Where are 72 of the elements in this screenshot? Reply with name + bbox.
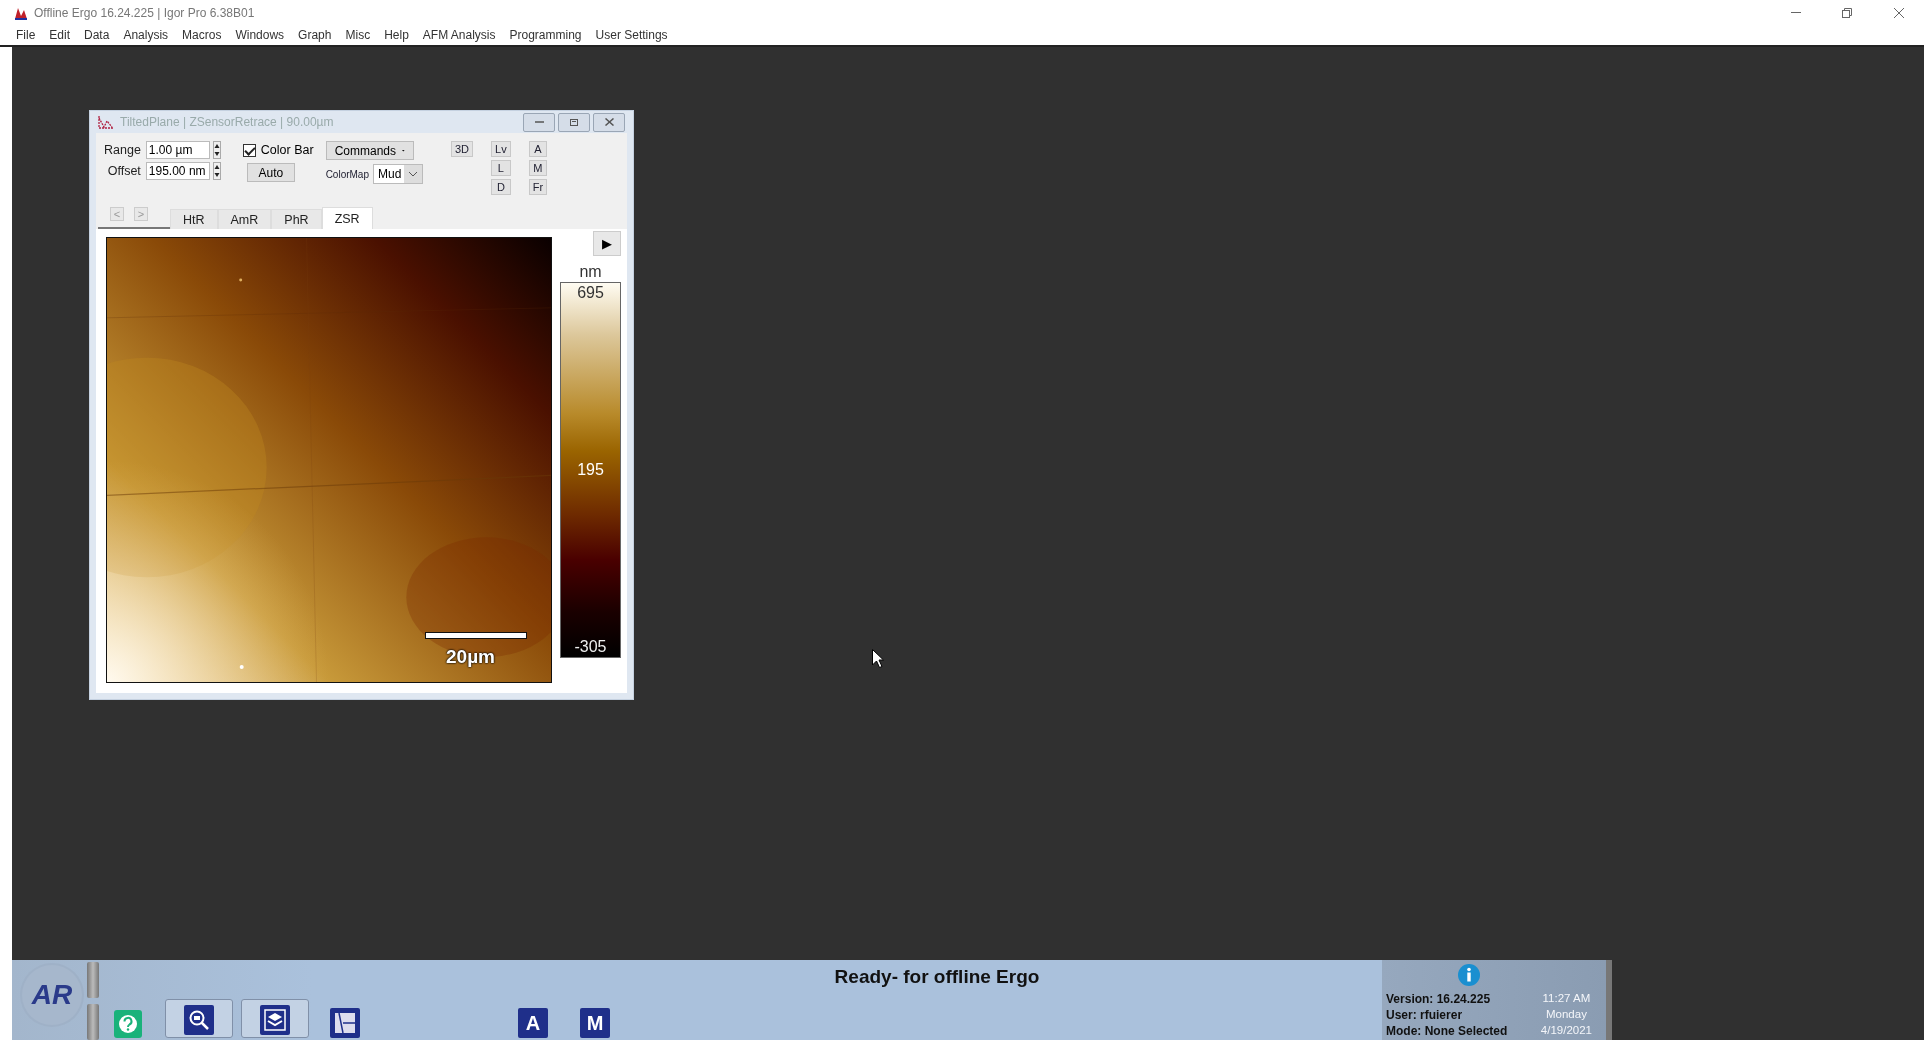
tab[interactable]: ZSR <box>321 207 373 229</box>
maximize-icon <box>570 118 578 126</box>
menu-item[interactable]: Programming <box>509 28 582 42</box>
info-icon[interactable] <box>1458 964 1481 986</box>
splitter-handle[interactable] <box>87 1004 99 1040</box>
menu-item[interactable]: Analysis <box>123 28 169 42</box>
spinner-arrows-icon[interactable] <box>212 141 221 159</box>
clock-text: Monday <box>1545 1007 1587 1022</box>
colormap-dropdown[interactable]: Mud <box>373 164 423 184</box>
splitter-handle[interactable] <box>87 962 99 998</box>
menu-item[interactable]: Graph <box>298 28 332 42</box>
scale-value: -305 <box>573 638 608 656</box>
mouse-cursor-icon <box>872 649 884 668</box>
number-field[interactable]: 1.00 µm <box>145 141 210 159</box>
tool-button[interactable]: A <box>528 141 548 157</box>
menu-item[interactable]: User Settings <box>595 28 668 42</box>
checkbox[interactable]: Color Bar <box>242 141 314 157</box>
window-title: Offline Ergo 16.24.225 | Igor Pro 6.38B01 <box>34 5 255 20</box>
layers-icon <box>260 1005 290 1035</box>
menu-item[interactable]: Misc <box>345 28 371 42</box>
close-icon[interactable] <box>1893 6 1905 19</box>
maximize-button[interactable] <box>558 112 590 132</box>
view-3d-button[interactable]: 3D <box>451 141 474 157</box>
search-button[interactable] <box>165 999 233 1038</box>
tool-button[interactable]: D <box>491 179 511 195</box>
clock-text: 4/19/2021 <box>1540 1023 1592 1038</box>
play-button[interactable]: ▶ <box>593 231 621 256</box>
info-text: User: rfuierer <box>1386 1007 1464 1023</box>
tool-button[interactable]: M <box>528 160 548 176</box>
auto-button[interactable]: Auto <box>246 163 295 182</box>
menu-item[interactable]: Data <box>84 28 110 42</box>
tab[interactable]: PhR <box>271 209 322 229</box>
minimize-icon <box>534 121 544 123</box>
scale-value: 195 <box>576 461 605 479</box>
info-text: Mode: None Selected <box>1386 1023 1509 1039</box>
scale-label: 20µm <box>446 646 495 668</box>
tab[interactable]: AmR <box>217 209 272 229</box>
help-icon[interactable] <box>114 1010 142 1038</box>
menu-item[interactable]: Macros <box>182 28 222 42</box>
menu-item[interactable]: Edit <box>49 28 71 42</box>
menu-item[interactable]: File <box>16 28 36 42</box>
clock-text: 11:27 AM <box>1542 991 1591 1006</box>
menu-item[interactable]: Windows <box>235 28 285 42</box>
menu-item[interactable]: Help <box>384 28 409 42</box>
minimize-button[interactable] <box>523 112 555 132</box>
close-button[interactable] <box>593 112 625 132</box>
info-text: Version: 16.24.225 <box>1386 991 1492 1007</box>
restore-icon[interactable] <box>1841 6 1853 19</box>
field-label: Range <box>104 143 141 157</box>
field-label: Offset <box>107 164 141 178</box>
chevron-icon <box>404 165 422 183</box>
tool-button[interactable]: M <box>580 1008 610 1038</box>
tool-button[interactable]: Lv <box>491 141 511 157</box>
commands-dropdown[interactable]: Commands <box>325 141 414 160</box>
field-label: ColorMap <box>325 168 369 180</box>
chart-icon[interactable] <box>330 1008 360 1038</box>
close-icon <box>604 118 614 126</box>
unit-label: nm <box>579 263 602 281</box>
logo: AR <box>22 965 82 1025</box>
tab[interactable]: HtR <box>170 209 218 229</box>
tool-button[interactable]: L <box>491 160 511 176</box>
window-title: TiltedPlane | ZSensorRetrace | 90.00µm <box>120 115 334 129</box>
number-field[interactable]: 195.00 nm <box>145 162 210 180</box>
status-message: Ready- for offline Ergo <box>834 965 1040 989</box>
magnifier-icon <box>184 1005 214 1035</box>
menu-item[interactable]: AFM Analysis <box>422 28 496 42</box>
graph-icon <box>98 115 114 129</box>
layers-button[interactable] <box>241 999 309 1038</box>
spinner-arrows-icon[interactable] <box>212 162 221 180</box>
scale-value: 695 <box>576 284 605 302</box>
tool-button[interactable]: Fr <box>528 179 548 195</box>
tool-button[interactable]: A <box>518 1008 548 1038</box>
